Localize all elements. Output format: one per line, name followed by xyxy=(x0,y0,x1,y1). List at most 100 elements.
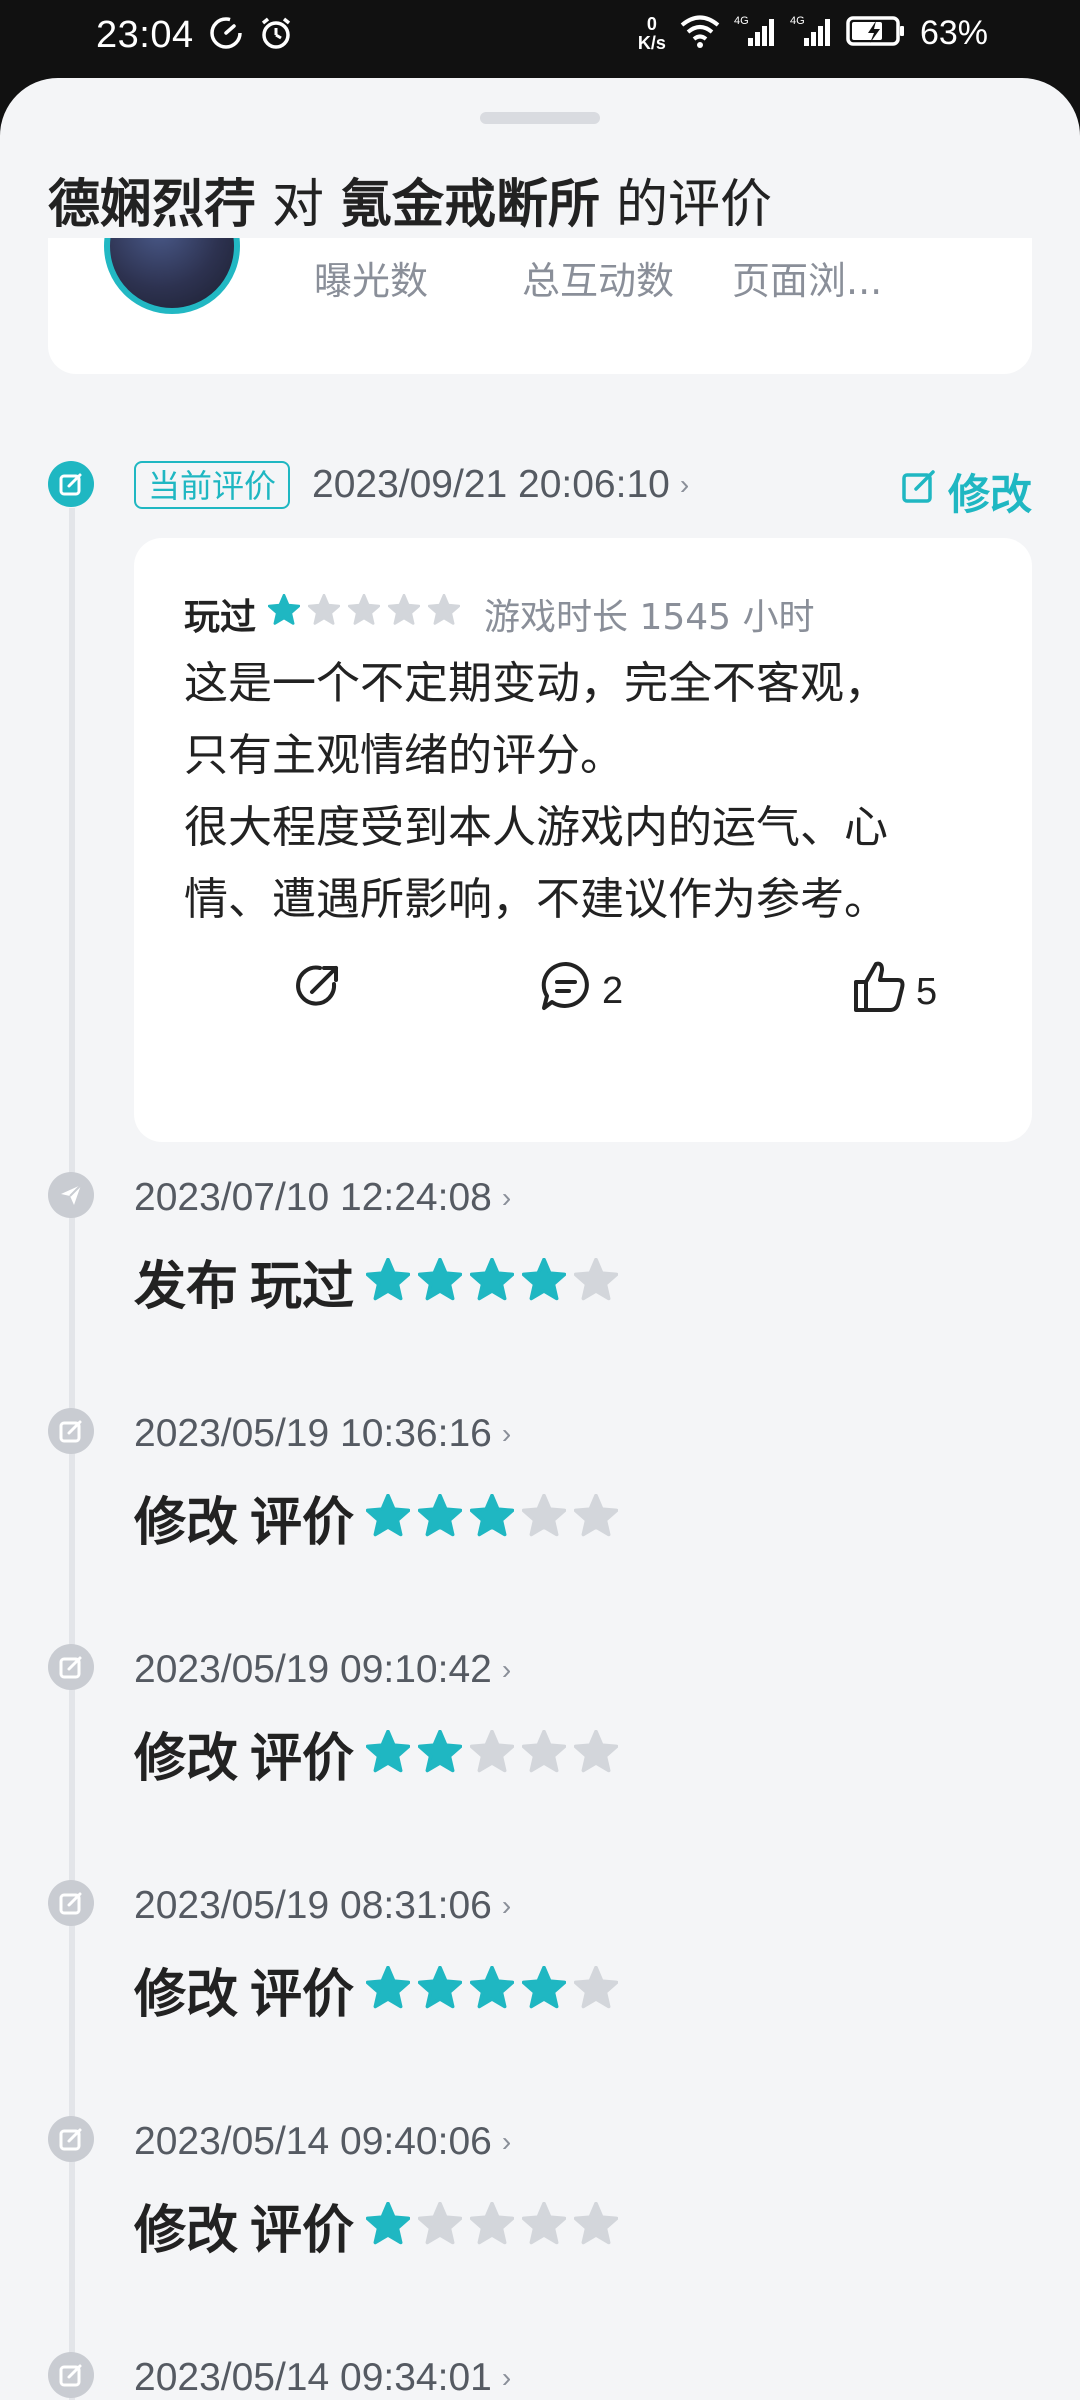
event-action: 发布 xyxy=(134,1257,239,1317)
network-speed: 0 K/s xyxy=(637,13,666,53)
playtime: 游戏时长 1545 小时 xyxy=(484,597,815,638)
star-empty-icon xyxy=(417,2201,463,2250)
event-type: 玩过 xyxy=(250,1257,355,1317)
star-empty-icon xyxy=(521,1493,567,1542)
review-body: 这是一个不定期变动，完全不客观， 只有主观情绪的评分。 很大程度受到本人游戏内的… xyxy=(184,648,984,936)
share-button[interactable] xyxy=(290,958,346,1024)
wifi-icon xyxy=(680,14,720,53)
stat-label-pageviews: 页面浏... xyxy=(732,259,883,303)
send-icon xyxy=(48,1172,94,1218)
edit-icon xyxy=(48,2116,94,2162)
star-filled-icon xyxy=(365,1729,411,1778)
star-filled-icon xyxy=(365,1965,411,2014)
star-empty-icon xyxy=(469,2201,515,2250)
like-count: 5 xyxy=(916,970,938,1013)
title-suffix: 的评价 xyxy=(616,175,773,235)
star-filled-icon xyxy=(469,1965,515,2014)
event-action: 修改 xyxy=(134,1965,239,2025)
drag-handle[interactable] xyxy=(480,112,600,124)
title-joiner: 对 xyxy=(272,175,325,235)
battery-icon xyxy=(846,14,906,53)
game-name[interactable]: 氪金戒断所 xyxy=(340,162,600,237)
battery-percent: 63% xyxy=(919,14,988,52)
current-review-date[interactable]: 2023/09/21 20:06:10 › xyxy=(312,463,689,507)
edit-icon xyxy=(48,2352,94,2398)
comment-button[interactable]: 2 xyxy=(538,958,623,1024)
chevron-right-icon: › xyxy=(501,1654,512,1685)
stat-label-exposure: 曝光数 xyxy=(314,259,429,303)
current-review-tag: 当前评价 xyxy=(134,461,291,509)
star-filled-icon xyxy=(469,1493,515,1542)
star-filled-icon xyxy=(365,1493,411,1542)
star-filled-icon xyxy=(417,1965,463,2014)
rating-stars xyxy=(365,1729,619,1778)
signal-icon-2: 4G xyxy=(790,14,832,53)
star-empty-icon xyxy=(469,1729,515,1778)
edit-icon xyxy=(48,461,94,507)
star-empty-icon xyxy=(573,1257,619,1306)
history-event: 修改 评价 xyxy=(134,1952,619,2027)
review-meta: 玩过 游戏时长 1545 小时 xyxy=(184,588,815,640)
share-icon xyxy=(290,958,346,1024)
star-filled-icon xyxy=(267,593,301,635)
event-type: 评价 xyxy=(250,2201,355,2261)
svg-text:4G: 4G xyxy=(790,15,805,27)
edit-review-button[interactable]: 修改 xyxy=(900,461,1032,522)
review-line: 这是一个不定期变动，完全不客观， xyxy=(184,658,888,709)
star-filled-icon xyxy=(521,1257,567,1306)
star-empty-icon xyxy=(427,593,461,635)
history-event: 修改 评价 xyxy=(134,2188,619,2263)
star-empty-icon xyxy=(573,2201,619,2250)
history-date[interactable]: 2023/05/19 08:31:06 › xyxy=(134,1884,511,1928)
review-line: 情、遭遇所影响，不建议作为参考。 xyxy=(184,874,888,925)
star-empty-icon xyxy=(521,2201,567,2250)
comment-icon xyxy=(538,958,594,1024)
played-label: 玩过 xyxy=(184,597,257,638)
event-type: 评价 xyxy=(250,1965,355,2025)
star-empty-icon xyxy=(347,593,381,635)
stat-label-interactions: 总互动数 xyxy=(522,259,675,303)
review-line: 很大程度受到本人游戏内的运气、心 xyxy=(184,802,888,853)
chevron-right-icon: › xyxy=(679,469,690,500)
history-date[interactable]: 2023/07/10 12:24:08 › xyxy=(134,1176,511,1220)
history-date[interactable]: 2023/05/19 10:36:16 › xyxy=(134,1412,511,1456)
page-title: 德娴烈荇 对 氪金戒断所 的评价 xyxy=(48,162,772,237)
event-action: 修改 xyxy=(134,2201,239,2261)
edit-icon xyxy=(48,1644,94,1690)
thumbs-up-icon xyxy=(850,958,908,1026)
rating-stars xyxy=(267,593,461,635)
svg-text:4G: 4G xyxy=(734,15,749,27)
edit-icon xyxy=(48,1408,94,1454)
chevron-right-icon: › xyxy=(501,1890,512,1921)
event-type: 评价 xyxy=(250,1493,355,1553)
alarm-icon xyxy=(258,15,294,56)
star-empty-icon xyxy=(387,593,421,635)
comment-count: 2 xyxy=(602,969,624,1012)
star-filled-icon xyxy=(469,1257,515,1306)
rating-stars xyxy=(365,1257,619,1306)
stats-card: 曝光数 总互动数 页面浏... xyxy=(48,238,1032,374)
review-actions: 2 5 xyxy=(134,958,1032,1038)
signal-icon: 4G xyxy=(734,14,776,53)
star-filled-icon xyxy=(521,1965,567,2014)
history-date[interactable]: 2023/05/14 09:40:06 › xyxy=(134,2120,511,2164)
star-filled-icon xyxy=(417,1729,463,1778)
star-filled-icon xyxy=(417,1257,463,1306)
rating-stars xyxy=(365,1493,619,1542)
current-review-card[interactable]: 玩过 游戏时长 1545 小时 这是一个不定期变动，完全不客观， 只有主观情绪的… xyxy=(134,538,1032,1142)
event-type: 评价 xyxy=(250,1729,355,1789)
star-empty-icon xyxy=(573,1965,619,2014)
star-filled-icon xyxy=(365,1257,411,1306)
history-date[interactable]: 2023/05/14 09:34:01 › xyxy=(134,2356,511,2400)
reviewer-name[interactable]: 德娴烈荇 xyxy=(48,162,256,237)
speedometer-icon xyxy=(208,15,244,56)
event-action: 修改 xyxy=(134,1729,239,1789)
chevron-right-icon: › xyxy=(501,2126,512,2157)
star-empty-icon xyxy=(307,593,341,635)
like-button[interactable]: 5 xyxy=(850,958,937,1026)
star-filled-icon xyxy=(417,1493,463,1542)
status-time: 23:04 xyxy=(96,14,194,56)
history-event: 修改 评价 xyxy=(134,1716,619,1791)
history-date[interactable]: 2023/05/19 09:10:42 › xyxy=(134,1648,511,1692)
star-empty-icon xyxy=(521,1729,567,1778)
